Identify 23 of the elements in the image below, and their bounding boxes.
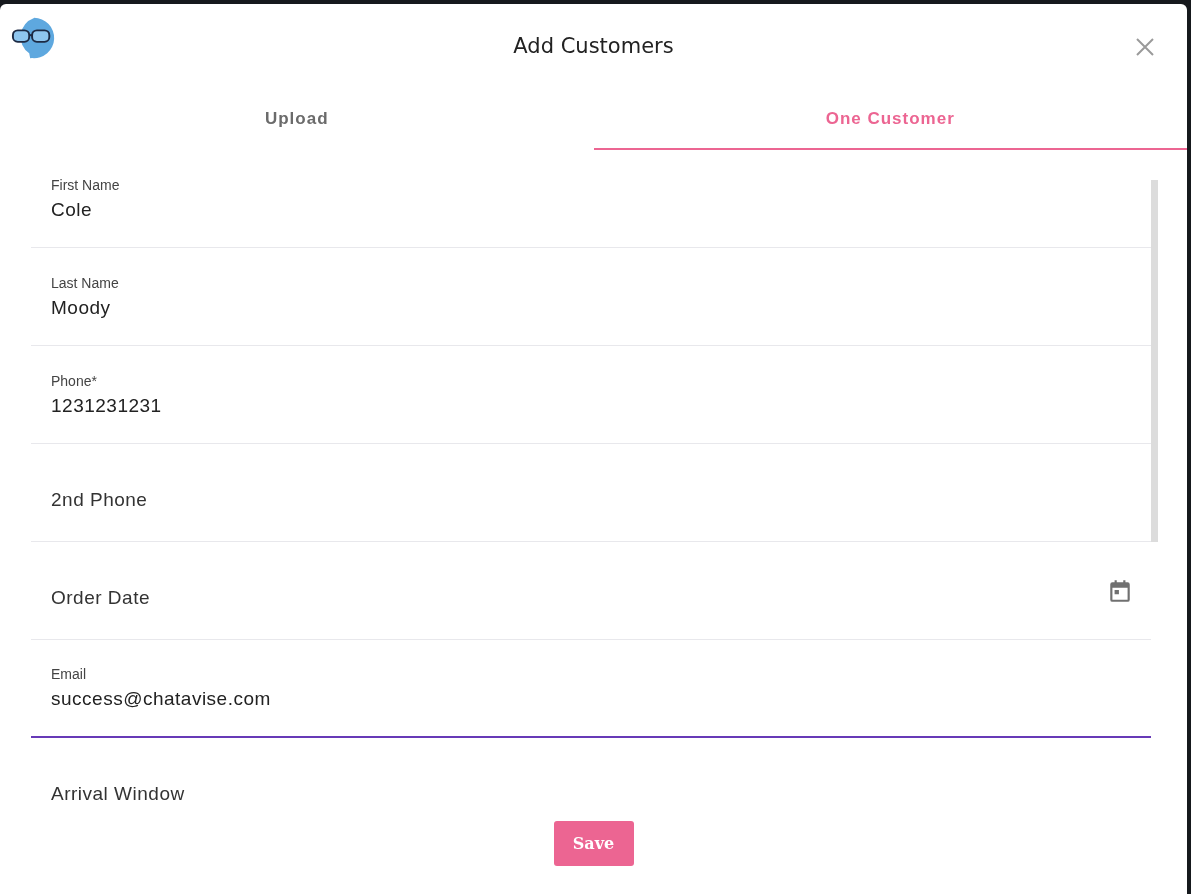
input-field[interactable]: Phone* 1231231231 <box>31 346 1151 444</box>
input-field[interactable]: Email success@chatavise.com <box>31 640 1151 738</box>
field-placeholder: 2nd Phone <box>51 488 149 511</box>
chat-bubble-glasses-logo <box>11 15 57 61</box>
calendar-icon[interactable] <box>1107 577 1133 604</box>
field-placeholder: Arrival Window <box>51 782 186 805</box>
field-label: Email <box>51 666 87 682</box>
input-field[interactable]: First Name Cole <box>31 150 1151 248</box>
field-value: Moody <box>51 296 112 319</box>
input-field[interactable]: Last Name Moody <box>31 248 1151 346</box>
field-label: Phone* <box>51 372 98 389</box>
field-value: success@chatavise.com <box>51 688 272 710</box>
tab[interactable]: Upload <box>0 90 594 150</box>
input-field[interactable]: Order Date <box>31 542 1151 640</box>
dialog-title: Add Customers <box>513 33 674 58</box>
field-value: Cole <box>51 198 94 221</box>
input-field[interactable]: 2nd Phone <box>31 444 1151 542</box>
field-placeholder: Order Date <box>51 586 151 609</box>
close-icon[interactable] <box>1135 37 1155 57</box>
scrollbar[interactable] <box>1151 180 1158 542</box>
field-value: 1231231231 <box>51 394 163 417</box>
field-label: First Name <box>51 176 121 193</box>
field-label: Last Name <box>51 274 120 291</box>
